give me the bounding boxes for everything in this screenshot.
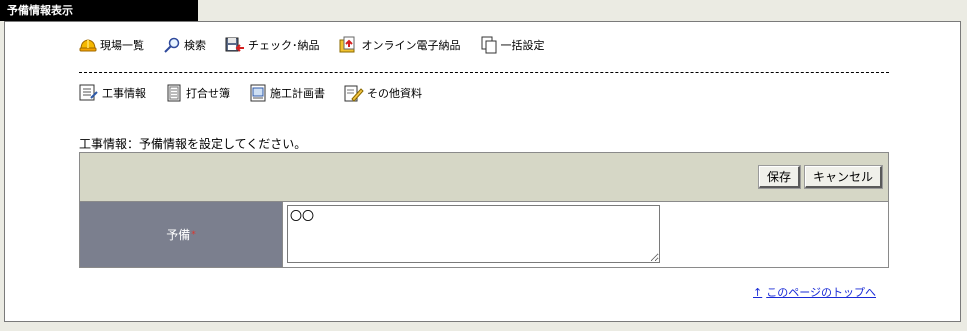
nav-label: 検索 xyxy=(184,39,206,52)
nav-meeting-records[interactable]: 打合せ簿 xyxy=(165,84,230,102)
field-value-cell: 〇〇 xyxy=(283,202,888,267)
nav-label: チェック･納品 xyxy=(248,39,320,52)
required-mark: * xyxy=(191,229,196,240)
nav-label: 現場一覧 xyxy=(100,39,144,52)
magnifier-icon xyxy=(164,37,180,53)
upload-folder-icon xyxy=(339,36,354,53)
window-title: 予備情報表示 xyxy=(0,0,198,21)
nav-label: 打合せ簿 xyxy=(186,87,230,100)
up-arrow-icon: ↑ xyxy=(753,285,763,299)
floppy-icon xyxy=(225,37,244,52)
nav-search[interactable]: 検索 xyxy=(163,37,206,53)
nav-divider xyxy=(79,72,889,73)
nav-construction-plan[interactable]: 施工計画書 xyxy=(249,84,325,102)
form-row-reserve: 予備 * 〇〇 xyxy=(80,202,888,267)
reserve-textarea[interactable]: 〇〇 xyxy=(287,205,660,263)
primary-nav: 現場一覧 検索 チェック･納品 オンライン電子納品 一括設定 xyxy=(79,36,564,54)
field-label: 予備 * xyxy=(80,202,283,267)
reserve-info-form: 保存 キャンセル 予備 * 〇〇 xyxy=(79,152,889,268)
nav-construction-info[interactable]: 工事情報 xyxy=(79,84,146,102)
nav-site-list[interactable]: 現場一覧 xyxy=(79,37,144,53)
nav-bulk-settings[interactable]: 一括設定 xyxy=(480,36,545,54)
page-top-label: このページのトップへ xyxy=(766,286,876,299)
field-label-text: 予備 xyxy=(166,228,191,242)
main-panel: 現場一覧 検索 チェック･納品 オンライン電子納品 一括設定 工事情報 打合せ簿… xyxy=(4,21,961,322)
form-toolbar: 保存 キャンセル xyxy=(80,153,888,202)
nav-label: 一括設定 xyxy=(500,39,545,52)
list-doc-icon xyxy=(79,84,98,101)
nav-label: 施工計画書 xyxy=(270,87,325,100)
nav-label: その他資料 xyxy=(367,87,422,100)
cancel-button[interactable]: キャンセル xyxy=(803,165,884,189)
pages-icon xyxy=(481,36,496,54)
save-button[interactable]: 保存 xyxy=(757,165,801,189)
nav-check-deliver[interactable]: チェック･納品 xyxy=(225,37,320,53)
nav-label: 工事情報 xyxy=(102,87,146,100)
plan-doc-icon xyxy=(250,84,266,102)
nav-label: オンライン電子納品 xyxy=(361,39,461,52)
notebook-icon xyxy=(167,84,181,102)
edit-doc-icon xyxy=(344,85,364,102)
instruction-message: 工事情報：予備情報を設定してください。 xyxy=(79,137,307,151)
hardhat-icon xyxy=(79,39,97,52)
page-top-link[interactable]: ↑ このページのトップへ xyxy=(753,284,876,300)
secondary-nav: 工事情報 打合せ簿 施工計画書 その他資料 xyxy=(79,84,441,102)
nav-other-materials[interactable]: その他資料 xyxy=(344,84,422,102)
nav-online-delivery[interactable]: オンライン電子納品 xyxy=(339,36,461,54)
